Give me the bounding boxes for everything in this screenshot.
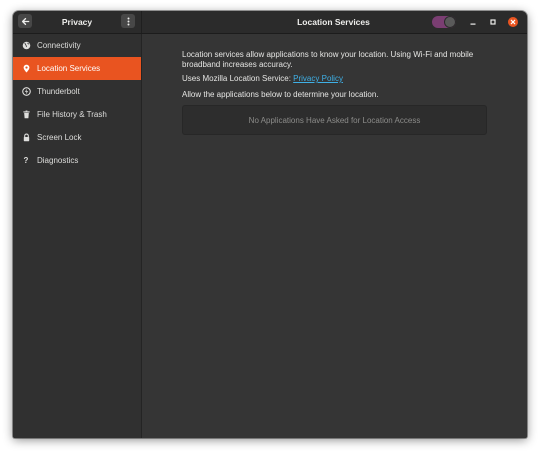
- location-pin-icon: [21, 64, 31, 74]
- menu-button[interactable]: [121, 14, 135, 28]
- location-description: Location services allow applications to …: [182, 50, 482, 70]
- sidebar-item-thunderbolt[interactable]: Thunderbolt: [13, 80, 141, 103]
- sidebar-item-diagnostics[interactable]: ? Diagnostics: [13, 149, 141, 172]
- sidebar-item-screen-lock[interactable]: Screen Lock: [13, 126, 141, 149]
- location-services-page: Location services allow applications to …: [142, 34, 527, 438]
- sidebar-item-label: Screen Lock: [37, 133, 82, 142]
- sidebar-item-label: File History & Trash: [37, 110, 107, 119]
- lock-icon: [21, 133, 31, 143]
- sidebar: Connectivity Location Services Thunderbo…: [13, 34, 142, 438]
- sidebar-item-label: Thunderbolt: [37, 87, 80, 96]
- sidebar-item-label: Location Services: [37, 64, 101, 73]
- applications-list: No Applications Have Asked for Location …: [182, 105, 487, 135]
- maximize-icon: [490, 19, 496, 25]
- description-line: Location services allow applications to …: [182, 50, 474, 59]
- allow-apps-label: Allow the applications below to determin…: [182, 90, 379, 99]
- provider-label: Uses Mozilla Location Service:: [182, 74, 294, 83]
- question-icon: ?: [23, 156, 29, 165]
- sidebar-item-label: Diagnostics: [37, 156, 79, 165]
- globe-icon: [21, 41, 31, 51]
- sidebar-item-connectivity[interactable]: Connectivity: [13, 34, 141, 57]
- header-bar: Privacy Location Services: [13, 11, 527, 34]
- toggle-knob: [444, 16, 456, 28]
- sidebar-header: Privacy: [13, 11, 142, 33]
- sidebar-item-location-services[interactable]: Location Services: [13, 57, 141, 80]
- empty-apps-placeholder: No Applications Have Asked for Location …: [248, 115, 421, 125]
- arrow-left-icon: [21, 17, 29, 25]
- maximize-button[interactable]: [488, 17, 498, 27]
- trash-icon: [21, 110, 31, 120]
- back-button[interactable]: [18, 14, 32, 28]
- panel-title: Privacy: [61, 17, 93, 27]
- sidebar-item-file-history-trash[interactable]: File History & Trash: [13, 103, 141, 126]
- close-icon: [510, 19, 516, 25]
- location-service-provider: Uses Mozilla Location Service: Privacy P…: [182, 74, 343, 84]
- vertical-ellipsis-icon: [127, 17, 129, 25]
- sidebar-item-label: Connectivity: [37, 41, 81, 50]
- thunderbolt-icon: [21, 87, 31, 97]
- location-services-toggle[interactable]: [432, 16, 456, 28]
- close-button[interactable]: [508, 17, 518, 27]
- description-line: broadband increases accuracy.: [182, 60, 293, 69]
- minimize-icon: [470, 23, 476, 25]
- settings-window: Privacy Location Services Connectivity L…: [13, 11, 527, 438]
- privacy-policy-link[interactable]: Privacy Policy: [293, 74, 343, 83]
- minimize-button[interactable]: [468, 17, 478, 27]
